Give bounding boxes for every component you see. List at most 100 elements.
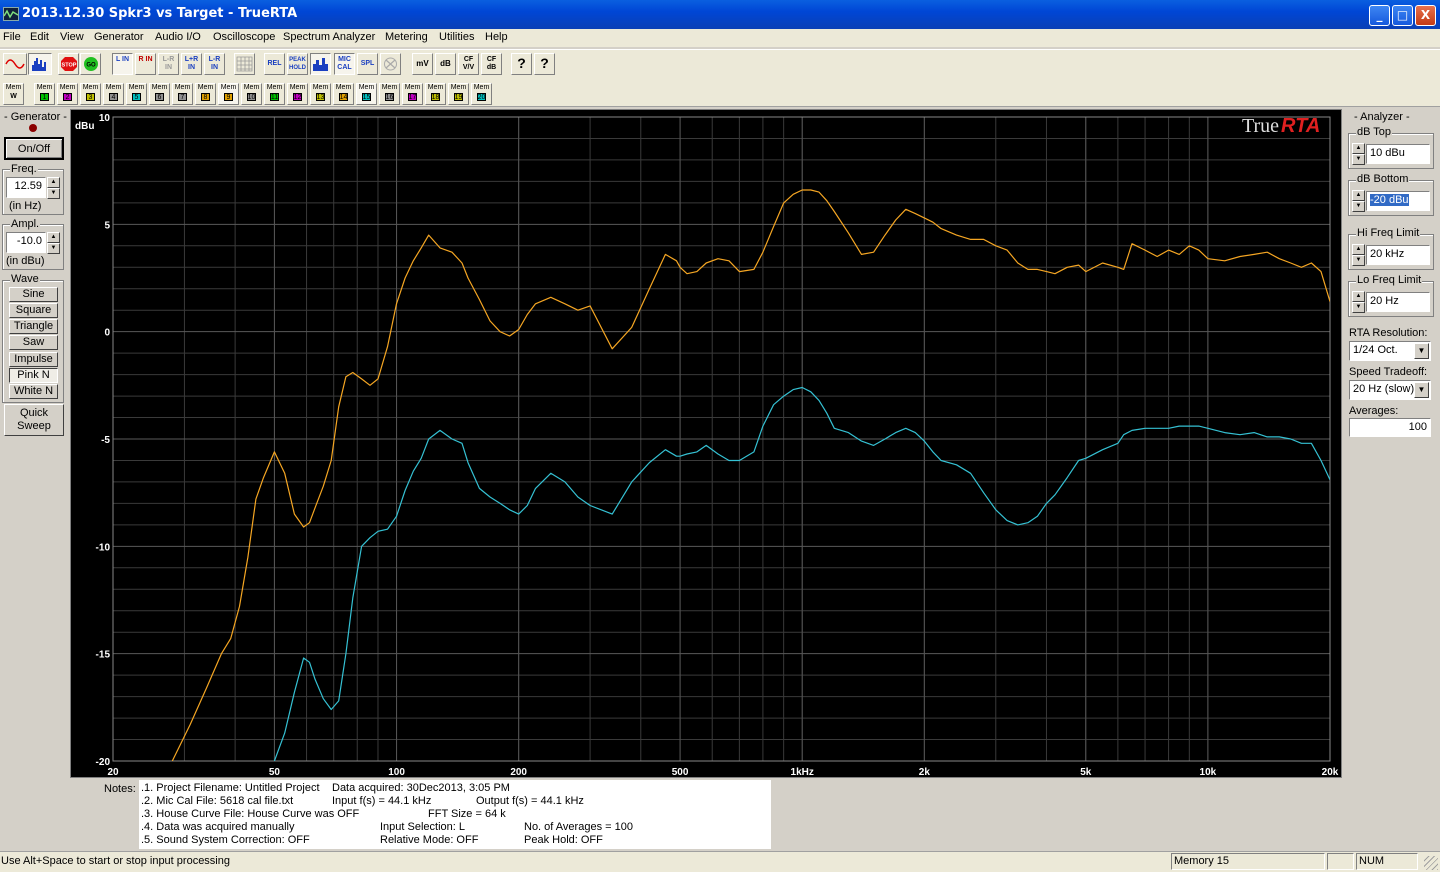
memory-button-12[interactable]: Mem 12 [287, 83, 308, 105]
wave-saw-button[interactable]: Saw [9, 335, 58, 350]
spin-up-icon[interactable]: ▲ [47, 232, 60, 243]
menu-utilities[interactable]: Utilities [439, 31, 474, 43]
bar-graph-button[interactable] [310, 53, 331, 75]
spl-button[interactable]: SPL [357, 53, 378, 75]
cf-vv-button[interactable]: CF V/V [458, 53, 479, 75]
stop-button[interactable]: STOP [58, 53, 79, 75]
menu-oscilloscope[interactable]: Oscilloscope [213, 31, 275, 43]
wave-triangle-button[interactable]: Triangle [9, 319, 58, 334]
close-button[interactable]: X [1415, 5, 1436, 26]
memory-button-16[interactable]: Mem 16 [379, 83, 400, 105]
memory-button-13[interactable]: Mem 13 [310, 83, 331, 105]
menu-metering[interactable]: Metering [385, 31, 428, 43]
peak-hold-button[interactable]: PEAK HOLD [287, 53, 308, 75]
hi-freq-spinner[interactable]: ▲ ▼ [1352, 244, 1365, 266]
spin-up-icon[interactable]: ▲ [1352, 190, 1365, 201]
rta-resolution-select[interactable]: 1/24 Oct. ▼ [1349, 341, 1431, 361]
lo-freq-input[interactable]: 20 Hz [1366, 292, 1430, 312]
memory-button-5[interactable]: Mem 5 [126, 83, 147, 105]
title-bar[interactable]: 2013.12.30 Spkr3 vs Target - TrueRTA _ □… [0, 0, 1440, 29]
db-bottom-spinner[interactable]: ▲ ▼ [1352, 190, 1365, 212]
memory-button-19[interactable]: Mem 19 [448, 83, 469, 105]
wave-impulse-button[interactable]: Impulse [9, 352, 58, 367]
memory-button-11[interactable]: Mem 11 [264, 83, 285, 105]
spin-down-icon[interactable]: ▼ [1352, 302, 1365, 313]
left-input-button[interactable]: L IN [112, 53, 133, 75]
memory-button-14[interactable]: Mem 14 [333, 83, 354, 105]
l-plus-r-input-button[interactable]: L+R IN [181, 53, 202, 75]
freq-input[interactable]: 12.59 [6, 177, 46, 198]
db-button[interactable]: dB [435, 53, 456, 75]
sine-wave-view-button[interactable] [3, 53, 27, 75]
memory-button-10[interactable]: Mem 10 [241, 83, 262, 105]
wave-sine-button[interactable]: Sine [9, 287, 58, 302]
minimize-button[interactable]: _ [1369, 5, 1390, 26]
spin-down-icon[interactable]: ▼ [47, 188, 60, 199]
db-bottom-input[interactable]: -20 dBu [1366, 191, 1430, 211]
generator-on-off-button[interactable]: On/Off [4, 137, 64, 160]
menu-help[interactable]: Help [485, 31, 508, 43]
memory-button-3[interactable]: Mem 3 [80, 83, 101, 105]
spin-up-icon[interactable]: ▲ [1352, 291, 1365, 302]
memory-button-9[interactable]: Mem 9 [218, 83, 239, 105]
spin-up-icon[interactable]: ▲ [1352, 143, 1365, 154]
menu-edit[interactable]: Edit [30, 31, 49, 43]
menu-view[interactable]: View [60, 31, 84, 43]
menu-spectrum-analyzer[interactable]: Spectrum Analyzer [283, 31, 375, 43]
spectrum-view-button[interactable] [28, 53, 52, 75]
memory-button-7[interactable]: Mem 7 [172, 83, 193, 105]
menu-file[interactable]: File [3, 31, 21, 43]
spin-down-icon[interactable]: ▼ [1352, 255, 1365, 266]
quick-sweep-button[interactable]: Quick Sweep [4, 404, 64, 436]
memory-button-15[interactable]: Mem 15 [356, 83, 377, 105]
averages-input[interactable]: 100 [1349, 418, 1431, 437]
resize-grip-icon[interactable] [1424, 856, 1438, 870]
memory-button-8[interactable]: Mem 8 [195, 83, 216, 105]
menu-generator[interactable]: Generator [94, 31, 144, 43]
memory-button-1[interactable]: Mem 1 [34, 83, 55, 105]
notes-panel[interactable]: .1. Project Filename: Untitled Project D… [139, 780, 771, 849]
chevron-down-icon[interactable]: ▼ [1414, 382, 1429, 398]
ampl-input[interactable]: -10.0 [6, 232, 46, 253]
cf-db-button[interactable]: CF dB [481, 53, 502, 75]
memory-button-20[interactable]: Mem 20 [471, 83, 492, 105]
db-top-input[interactable]: 10 dBu [1366, 144, 1430, 164]
ampl-spinner[interactable]: ▲ ▼ [47, 232, 60, 254]
memory-button-2[interactable]: Mem 2 [57, 83, 78, 105]
menu-audio-io[interactable]: Audio I/O [155, 31, 201, 43]
relative-button[interactable]: REL [264, 53, 285, 75]
memory-button-4[interactable]: Mem 4 [103, 83, 124, 105]
memory-button-17[interactable]: Mem 17 [402, 83, 423, 105]
l-r-diff-input-button[interactable]: L-R IN [204, 53, 225, 75]
spectrum-chart[interactable]: 10 5 0 -5 -10 -15 -20 dBu 20 50 100 200 500 1kHz 2k 5k 1… [70, 109, 1342, 778]
wave-square-button[interactable]: Square [9, 303, 58, 318]
spin-up-icon[interactable]: ▲ [47, 177, 60, 188]
mv-button[interactable]: mV [412, 53, 433, 75]
x-tick-label: 5k [1080, 767, 1092, 777]
spin-down-icon[interactable]: ▼ [1352, 201, 1365, 212]
spin-down-icon[interactable]: ▼ [47, 243, 60, 254]
wave-pink-noise-button[interactable]: Pink N [9, 368, 58, 383]
l-minus-r-input-button[interactable]: L-R IN [158, 53, 179, 75]
spin-up-icon[interactable]: ▲ [1352, 244, 1365, 255]
context-help-button[interactable]: ? [534, 53, 555, 75]
grid-button[interactable] [234, 53, 255, 75]
go-button[interactable]: GO [80, 53, 101, 75]
memory-button-w[interactable]: Mem W [3, 83, 24, 105]
truerta-app-icon[interactable] [3, 7, 19, 21]
memory-button-18[interactable]: Mem 18 [425, 83, 446, 105]
wave-white-noise-button[interactable]: White N [9, 384, 58, 399]
memory-button-6[interactable]: Mem 6 [149, 83, 170, 105]
maximize-button[interactable]: □ [1392, 5, 1413, 26]
right-input-button[interactable]: R IN [135, 53, 156, 75]
spin-down-icon[interactable]: ▼ [1352, 154, 1365, 165]
lo-freq-spinner[interactable]: ▲ ▼ [1352, 291, 1365, 313]
speed-tradeoff-select[interactable]: 20 Hz (slow) ▼ [1349, 380, 1431, 400]
help-button[interactable]: ? [511, 53, 532, 75]
hi-freq-input[interactable]: 20 kHz [1366, 245, 1430, 265]
chevron-down-icon[interactable]: ▼ [1414, 343, 1429, 359]
freq-spinner[interactable]: ▲ ▼ [47, 177, 60, 199]
disabled-button[interactable] [380, 53, 401, 75]
mic-cal-button[interactable]: MIC CAL [334, 53, 355, 75]
db-top-spinner[interactable]: ▲ ▼ [1352, 143, 1365, 165]
